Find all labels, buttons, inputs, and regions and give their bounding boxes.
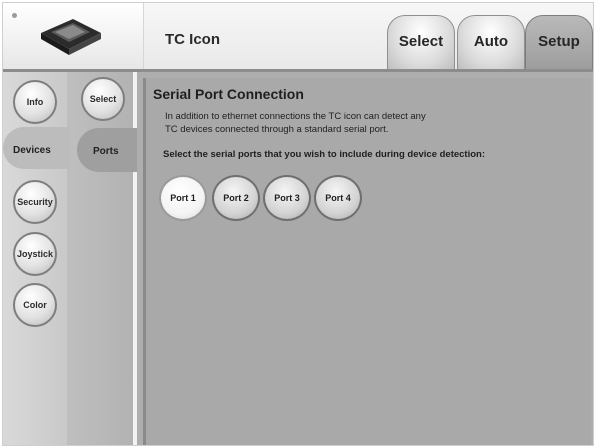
port-1-button[interactable]: Port 1 (159, 175, 207, 221)
port-2-button[interactable]: Port 2 (212, 175, 260, 221)
corner-dot-icon (12, 13, 17, 18)
header-bar: TC Icon Select Auto Setup (3, 3, 593, 71)
device-icon (41, 19, 101, 55)
port-4-button[interactable]: Port 4 (314, 175, 362, 221)
nav-select-button[interactable]: Select (81, 77, 125, 121)
description: In addition to ethernet connections the … (165, 110, 565, 136)
nav-joystick-button[interactable]: Joystick (13, 232, 57, 276)
logo-area (3, 3, 144, 69)
nav-ports-button[interactable]: Ports (93, 146, 119, 157)
nav-security-button[interactable]: Security (13, 180, 57, 224)
tab-auto[interactable]: Auto (457, 15, 525, 71)
nav-color-button[interactable]: Color (13, 283, 57, 327)
tab-setup[interactable]: Setup (525, 15, 593, 71)
description-line: TC devices connected through a standard … (165, 124, 389, 135)
section-title: Serial Port Connection (153, 86, 304, 102)
port-3-button[interactable]: Port 3 (263, 175, 311, 221)
port-selection-prompt: Select the serial ports that you wish to… (163, 149, 486, 160)
nav-info-button[interactable]: Info (13, 80, 57, 124)
description-line: In addition to ethernet connections the … (165, 111, 426, 122)
tab-select[interactable]: Select (387, 15, 455, 71)
app-title: TC Icon (165, 31, 220, 48)
nav-devices-button[interactable]: Devices (13, 145, 51, 156)
app-window: TC Icon Select Auto Setup Info Devices S… (2, 2, 594, 446)
